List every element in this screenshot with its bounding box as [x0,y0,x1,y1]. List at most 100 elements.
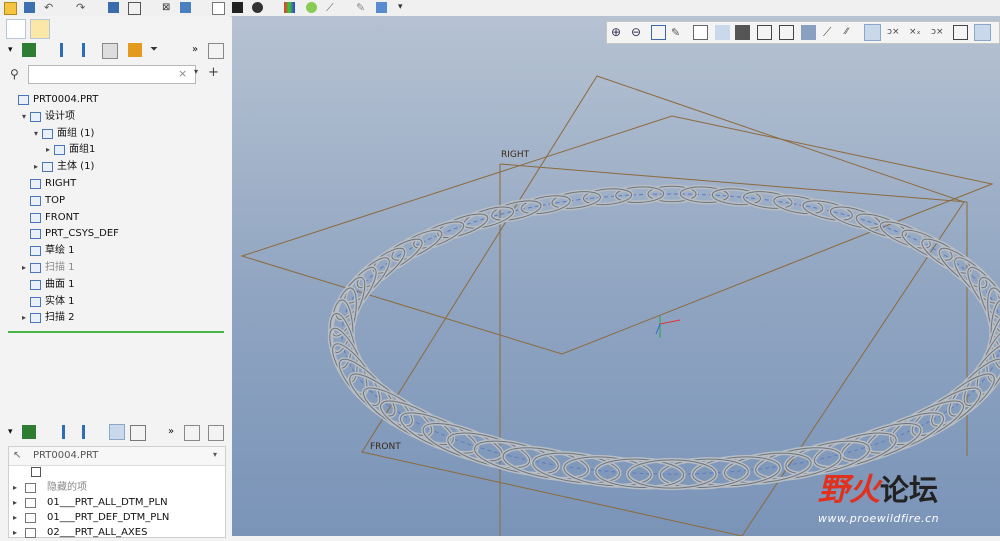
graphics-window[interactable]: RIGHT FRONT ⊕ ⊖ ✎ ⟋ ⁄⁄ ↄ× ×ₓ ↄ× 野火论坛 www… [232,16,1000,536]
expander-icon[interactable]: ▸ [11,495,19,511]
insert-here-marker[interactable] [8,331,224,333]
layer-tree-toolbar: ▾ » [0,422,230,444]
surface-icon [30,279,41,290]
layer-show-icon[interactable] [109,424,125,440]
windows-icon[interactable] [128,2,141,15]
chevron-down-icon[interactable]: ▾ [8,425,22,439]
expander-icon[interactable]: ▸ [11,480,19,496]
clear-icon[interactable]: × [178,67,187,80]
open-icon[interactable] [4,2,17,15]
color-icon[interactable] [284,2,295,13]
chevron-down-icon[interactable]: ▾ [213,450,217,459]
perspective-icon[interactable] [735,25,750,40]
tree-columns-icon[interactable] [82,43,99,57]
tab-folder-browser[interactable] [30,19,50,39]
layer-columns-icon[interactable] [82,425,99,439]
layer-icon [25,498,36,508]
tree-item[interactable]: ▸ 主体 (1) [8,159,228,175]
tree-item[interactable]: ▾ 设计项 [8,109,228,125]
datum-plane-icon [30,195,41,206]
section-icon[interactable] [779,25,794,40]
customize-icon[interactable]: ▾ [398,2,409,13]
ruler-icon[interactable]: ✎ [356,2,367,13]
refit-icon[interactable] [651,25,666,40]
point-display-icon[interactable]: ↄ× [887,25,902,40]
helical-coil [327,184,1000,491]
csys-display-icon[interactable]: ×ₓ [909,25,924,40]
appearance-icon[interactable] [232,2,243,13]
tree-settings-icon[interactable] [102,43,118,59]
layer-item[interactable]: ▸ 01___PRT_DEF_DTM_PLN [9,510,229,526]
layer-panel-settings-icon[interactable] [208,425,224,441]
tree-item[interactable]: ▾ 面组 (1) [8,126,228,142]
expander-icon[interactable]: ▾ [32,126,40,142]
layer-item[interactable]: ▸ 01___PRT_ALL_DTM_PLN [9,495,229,511]
filter-settings-icon[interactable]: ⏷ [150,43,164,57]
measure-icon[interactable] [306,2,317,13]
redo-icon[interactable]: ↷ [76,2,87,13]
undo-icon[interactable]: ↶ [44,2,55,13]
tree-item[interactable]: ▸ 扫描 2 [8,310,228,326]
regenerate-icon[interactable] [108,2,119,13]
layer-item[interactable]: ▸ 隐藏的项 [9,480,229,496]
close-window-icon[interactable]: ⊠ [162,2,173,13]
tree-item[interactable]: PRT_CSYS_DEF [8,226,228,242]
layer-item[interactable]: ▸ 02___PRT_ALL_AXES [9,525,229,541]
model-scene[interactable] [232,16,1000,536]
csys-toggle-icon[interactable] [974,24,991,41]
show-icon[interactable] [128,43,142,57]
book-icon[interactable] [376,2,387,13]
expander-icon[interactable]: ▸ [11,510,19,526]
repaint-icon[interactable]: ✎ [671,25,686,40]
more-icon[interactable]: » [192,43,206,57]
zoom-in-icon[interactable]: ⊕ [611,25,626,40]
render-icon[interactable] [252,2,263,13]
layers-icon[interactable] [22,425,36,439]
select-icon[interactable]: ⟋ [326,2,337,13]
tab-model-tree[interactable] [6,19,26,39]
layer-props-icon[interactable] [184,425,200,441]
save-icon[interactable] [24,2,35,13]
more-icon[interactable]: » [168,425,182,439]
add-icon[interactable]: + [208,65,219,80]
expander-icon[interactable]: ▸ [32,159,40,175]
model-tree-icon[interactable] [180,2,191,13]
chevron-down-icon[interactable]: ▾ [8,43,22,57]
tree-item[interactable]: 实体 1 [8,294,228,310]
expander-icon[interactable]: ▸ [20,310,28,326]
funnel-icon: ⚲ [10,67,19,81]
expander-icon[interactable]: ▸ [11,525,19,541]
tree-item[interactable]: PRT0004.PRT [8,92,228,108]
tree-item[interactable]: RIGHT [8,176,228,192]
tree-panel-settings-icon[interactable] [208,43,224,59]
model-tree-icon[interactable] [22,43,36,57]
spin-center-icon[interactable]: ↄ× [931,25,946,40]
search-input[interactable] [28,65,196,84]
tree-item[interactable]: ▸ 扫描 1 [8,260,228,276]
expander-icon[interactable]: ▸ [44,142,52,158]
view-manager-icon[interactable] [757,25,772,40]
layer-model-selector[interactable]: ↖ PRT0004.PRT ▾ [9,447,225,466]
model-tree-filter: ⚲ × ▾ + [8,64,223,86]
plane-display-icon[interactable] [864,24,881,41]
tree-item[interactable]: 草绘 1 [8,243,228,259]
saved-views-icon[interactable] [693,25,708,40]
display-icon[interactable] [212,2,225,15]
chevron-down-icon[interactable]: ▾ [194,67,198,76]
tree-item[interactable]: FRONT [8,210,228,226]
tree-item[interactable]: ▸ 面组1 [8,142,228,158]
display-style-icon[interactable] [715,25,730,40]
shading-icon[interactable] [801,25,816,40]
tree-item[interactable]: 曲面 1 [8,277,228,293]
tree-item[interactable]: TOP [8,193,228,209]
annotation-display-icon[interactable]: ⟋ [823,25,838,40]
datum-axis-display-icon[interactable]: ⁄⁄ [845,25,860,40]
expander-icon[interactable]: ▸ [20,260,28,276]
zoom-out-icon[interactable]: ⊖ [631,25,646,40]
layer-list-icon[interactable] [62,425,79,439]
expander-icon[interactable]: ▾ [20,109,28,125]
tree-item-label: TOP [45,194,66,206]
annotation-icon[interactable] [953,25,968,40]
layer-settings-icon[interactable] [130,425,146,441]
tree-list-icon[interactable] [60,43,77,57]
